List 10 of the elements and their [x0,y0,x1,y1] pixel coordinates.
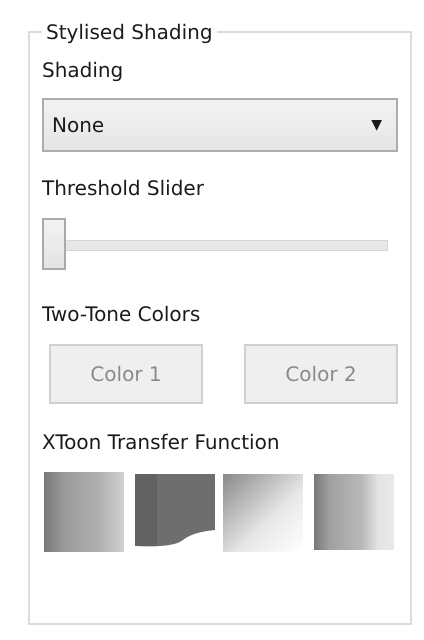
xtoon-label: XToon Transfer Function [42,430,281,454]
threshold-label: Threshold Slider [42,176,205,200]
slider-thumb[interactable] [42,218,66,270]
two-tone-label: Two-Tone Colors [42,302,202,326]
dropdown-arrow-icon: ▼ [371,117,382,133]
shading-dropdown[interactable]: None ▼ [42,98,398,152]
threshold-slider[interactable] [42,218,388,272]
transfer-function-swatch[interactable] [42,472,126,554]
group-title: Stylised Shading [45,20,214,44]
shading-label: Shading [42,58,124,82]
